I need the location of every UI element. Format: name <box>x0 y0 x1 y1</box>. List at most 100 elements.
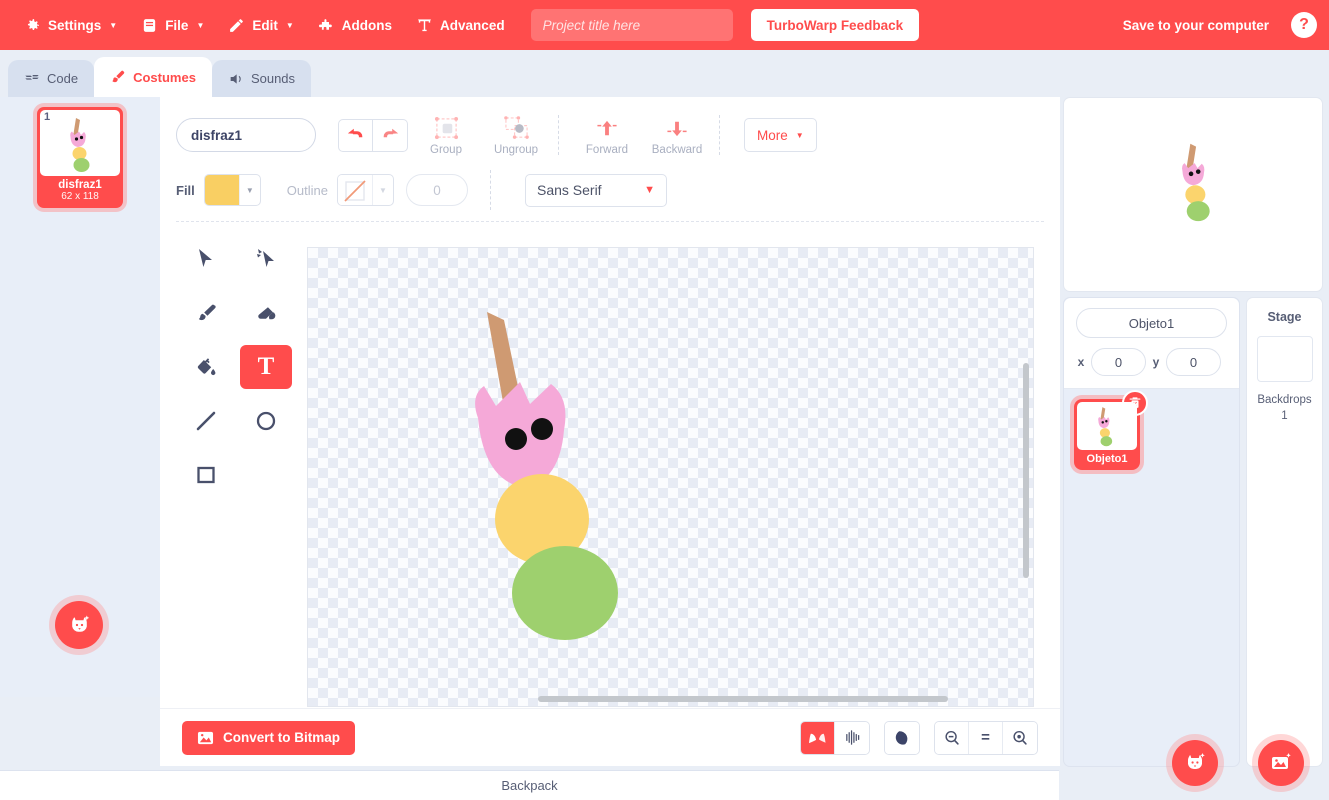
zoom-out-button[interactable] <box>935 721 969 754</box>
outline-color-swatch <box>337 175 372 205</box>
ungroup-label: Ungroup <box>493 143 539 156</box>
tab-code[interactable]: Code <box>8 60 95 97</box>
zoom-button-group: = <box>934 720 1038 755</box>
forward-button[interactable]: Forward <box>575 115 639 156</box>
chevron-down-icon: ▼ <box>795 130 804 140</box>
group-button[interactable]: Group <box>414 115 478 156</box>
font-select[interactable]: Sans Serif ▼ <box>524 173 667 207</box>
backpack-bar[interactable]: Backpack <box>0 770 1059 800</box>
gear-icon <box>24 17 41 34</box>
reshape-arrow-icon <box>257 249 274 267</box>
sprite-xy-row: x y <box>1076 348 1227 376</box>
menu-item-addons[interactable]: Addons <box>306 8 404 42</box>
crescent-button[interactable] <box>885 721 919 754</box>
pencil-icon <box>228 17 245 34</box>
costume-thumb-artwork <box>70 118 90 172</box>
help-icon[interactable]: ? <box>1291 12 1317 38</box>
group-icon <box>433 115 460 143</box>
ungroup-button[interactable]: Ungroup <box>484 115 548 156</box>
brush-tool[interactable] <box>180 291 232 335</box>
canvas-horizontal-scrollbar[interactable] <box>538 696 948 702</box>
backward-label: Backward <box>651 143 703 156</box>
add-sprite-icon <box>1188 753 1205 770</box>
add-costume-icon <box>71 615 89 632</box>
redo-button[interactable] <box>373 118 408 152</box>
costume-size-label: 62 x 118 <box>61 191 99 202</box>
tab-sounds[interactable]: Sounds <box>211 60 312 97</box>
stage-preview[interactable] <box>1063 97 1323 292</box>
costume-name-input[interactable] <box>176 118 316 152</box>
line-tool[interactable] <box>180 399 232 443</box>
circle-icon <box>256 411 276 431</box>
sprite-name-input[interactable] <box>1076 308 1227 338</box>
canvas-vertical-scrollbar[interactable] <box>1023 363 1029 578</box>
menu-item-advanced[interactable]: Advanced <box>404 8 517 42</box>
y-label: y <box>1152 355 1160 369</box>
chevron-down-icon: ▼ <box>371 175 393 205</box>
chevron-down-icon: ▼ <box>109 20 118 30</box>
costume-index: 1 <box>44 111 51 123</box>
paint-canvas[interactable] <box>307 247 1034 707</box>
menu-item-file[interactable]: File ▼ <box>129 8 216 42</box>
outline-label: Outline <box>286 182 328 198</box>
add-sprite-button[interactable] <box>1172 740 1218 786</box>
transparency-checkerboard <box>308 248 1033 706</box>
ungroup-icon <box>503 115 530 143</box>
select-arrow-icon <box>199 249 212 267</box>
tab-costumes[interactable]: Costumes <box>94 57 212 97</box>
tab-row: Code Costumes Sounds <box>0 50 1329 140</box>
menu-label-advanced: Advanced <box>440 17 505 33</box>
undo-button[interactable] <box>338 118 373 152</box>
fill-label: Fill <box>176 182 195 198</box>
fill-tool[interactable] <box>180 345 232 389</box>
add-backdrop-button[interactable] <box>1258 740 1304 786</box>
chevron-down-icon: ▼ <box>285 20 294 30</box>
y-input[interactable] <box>1166 348 1221 376</box>
costume-thumbnail: 1 <box>40 110 120 176</box>
flip-button-group <box>800 720 870 755</box>
outline-width-input[interactable] <box>405 174 468 206</box>
flip-vertical-button[interactable] <box>835 721 869 754</box>
menu-item-edit[interactable]: Edit ▼ <box>216 8 305 42</box>
reshape-tool[interactable] <box>240 237 292 281</box>
circle-tool[interactable] <box>240 399 292 443</box>
rectangle-tool[interactable] <box>180 453 232 497</box>
undo-redo-group <box>338 118 408 152</box>
costume-list-item[interactable]: 1 disfraz1 62 x 118 <box>37 107 123 208</box>
eraser-tool[interactable] <box>240 291 292 335</box>
paint-editor: Group Ungroup <box>160 97 1060 766</box>
zoom-in-button[interactable] <box>1003 721 1037 754</box>
text-tool[interactable]: T <box>240 345 292 389</box>
x-input[interactable] <box>1091 348 1146 376</box>
convert-to-bitmap-button[interactable]: Convert to Bitmap <box>182 720 356 755</box>
crescent-button-group <box>884 720 920 755</box>
fill-color-button[interactable]: ▼ <box>203 174 261 206</box>
zoom-reset-button[interactable]: = <box>969 721 1003 754</box>
menu-bar: Settings ▼ File ▼ Edit ▼ Addons Advanced… <box>0 0 1329 50</box>
more-button[interactable]: More ▼ <box>744 118 817 152</box>
toolbar-separator <box>176 221 1044 222</box>
select-tool[interactable] <box>180 237 232 281</box>
turbowarp-feedback-button[interactable]: TurboWarp Feedback <box>750 9 920 41</box>
save-to-computer-button[interactable]: Save to your computer <box>1113 18 1279 33</box>
flip-horizontal-button[interactable] <box>801 721 835 754</box>
brush-icon <box>110 69 126 85</box>
backward-button[interactable]: Backward <box>645 115 709 156</box>
sprite-tile[interactable]: Objeto1 <box>1074 390 1148 470</box>
backdrops-label: Backdrops <box>1257 394 1312 406</box>
outline-color-button[interactable]: ▼ <box>336 174 394 206</box>
x-label: x <box>1077 355 1085 369</box>
paint-toolbar-top: Group Ungroup <box>160 97 1060 161</box>
stage-column[interactable]: Stage Backdrops 1 <box>1246 297 1323 767</box>
add-costume-button[interactable] <box>55 601 103 649</box>
chevron-down-icon: ▼ <box>238 175 260 205</box>
project-title-input[interactable] <box>530 9 733 41</box>
menu-item-settings[interactable]: Settings ▼ <box>12 8 129 42</box>
tool-palette: T <box>180 237 300 497</box>
redo-icon <box>383 128 398 137</box>
menu-label-settings: Settings <box>48 17 102 33</box>
menu-label-addons: Addons <box>341 17 393 33</box>
rectangle-icon <box>197 466 215 484</box>
paint-bucket-icon <box>197 357 215 375</box>
flip-horizontal-icon <box>809 730 826 745</box>
